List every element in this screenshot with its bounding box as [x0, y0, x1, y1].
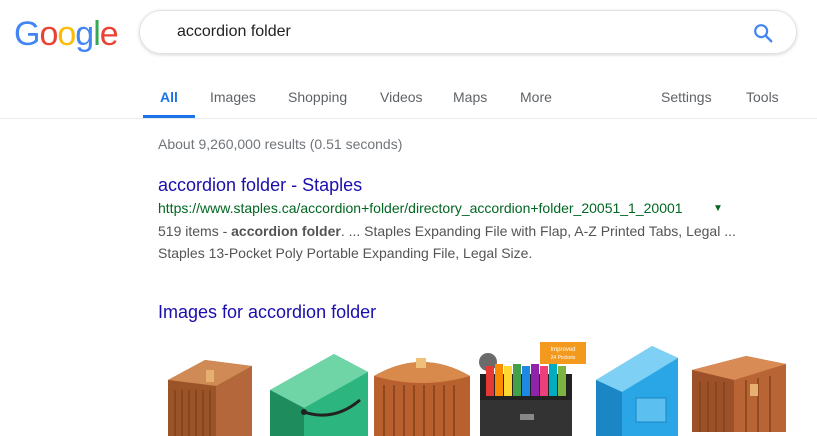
tab-images[interactable]: Images — [210, 89, 256, 105]
logo-letter: G — [14, 15, 40, 53]
tab-videos[interactable]: Videos — [380, 89, 423, 105]
google-logo[interactable]: Google — [14, 14, 119, 54]
snippet-bold: accordion folder — [231, 223, 341, 239]
tab-shopping[interactable]: Shopping — [288, 89, 347, 105]
image-thumbnail[interactable] — [370, 340, 474, 436]
tab-maps[interactable]: Maps — [453, 89, 487, 105]
search-box — [139, 10, 797, 54]
result-stats: About 9,260,000 results (0.51 seconds) — [158, 136, 403, 152]
tab-more[interactable]: More — [520, 89, 552, 105]
logo-letter: o — [39, 15, 58, 53]
logo-letter: e — [99, 15, 119, 53]
result-title-link[interactable]: accordion folder - Staples — [158, 175, 362, 196]
url-dropdown-arrow[interactable]: ▼ — [713, 203, 723, 214]
search-tabs: All Images Shopping Videos Maps More Set… — [0, 80, 817, 119]
images-section-header[interactable]: Images for accordion folder — [158, 302, 376, 323]
search-icon[interactable] — [752, 22, 774, 44]
active-tab-indicator — [143, 115, 195, 118]
tab-tools[interactable]: Tools — [746, 89, 779, 105]
image-thumbnail[interactable] — [264, 340, 370, 436]
search-input[interactable] — [175, 22, 739, 42]
image-thumbnail[interactable] — [592, 340, 682, 436]
snippet-rest: . ... Staples Expanding File with Flap, … — [340, 223, 736, 239]
image-badge-line1: Improved — [550, 347, 575, 353]
tab-settings[interactable]: Settings — [661, 89, 712, 105]
snippet-line2: Staples 13-Pocket Poly Portable Expandin… — [158, 245, 533, 261]
tab-all[interactable]: All — [160, 89, 178, 105]
snippet-prefix: 519 items - — [158, 223, 232, 239]
image-thumbnail[interactable] — [160, 340, 260, 436]
result-snippet: 519 items - accordion folder. ... Staple… — [158, 220, 808, 264]
image-badge-line2: 24 Pockets — [551, 355, 576, 361]
image-thumbnail[interactable] — [686, 340, 790, 436]
logo-letter: o — [57, 15, 76, 53]
logo-letter: g — [75, 15, 94, 53]
result-url: https://www.staples.ca/accordion+folder/… — [158, 200, 683, 216]
image-thumbnail[interactable]: Improved 24 Pockets — [476, 340, 588, 436]
